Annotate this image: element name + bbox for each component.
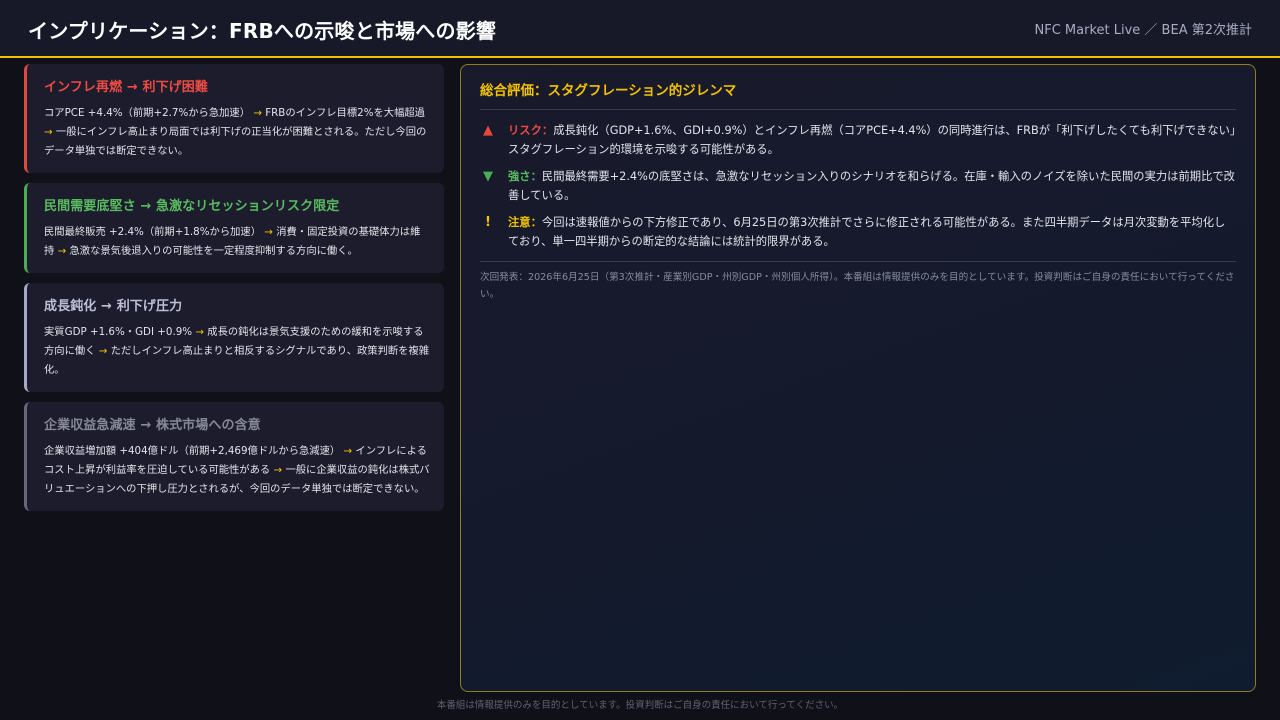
assessment-title: 総合評価：スタグフレーション的ジレンマ [480, 79, 1236, 110]
card-corporate-profits: 企業収益急減速 → 株式市場への含意 企業収益増加額 +404億ドル（前期+2,… [24, 402, 444, 511]
card-body: コアPCE +4.4%（前期+2.7%から急加速） → FRBのインフレ目標2%… [44, 104, 430, 161]
card-text-1: 実質GDP +1.6%・GDI +0.9% [44, 326, 193, 338]
card-text-1: コアPCE +4.4%（前期+2.7%から急加速） [44, 107, 251, 119]
card-text-3: 一般にインフレ高止まり局面では利下げの正当化が困難とされる。ただし今回のデータ単… [44, 126, 427, 157]
card-growth-slowdown: 成長鈍化 → 利下げ圧力 実質GDP +1.6%・GDI +0.9% → 成長の… [24, 283, 444, 392]
triangle-up-icon: ▲ [483, 123, 493, 138]
header-bar: インプリケーション：FRBへの示唆と市場への影響 NFC Market Live… [0, 0, 1280, 58]
caution-label: 注意： [508, 216, 542, 229]
card-text-1: 企業収益増加額 +404億ドル（前期+2,469億ドルから急減速） [44, 445, 341, 457]
card-title-result: 株式市場への含意 [155, 418, 261, 433]
footer-disclaimer: 本番組は情報提供のみを目的としています。投資判断はご自身の責任において行ってくだ… [436, 700, 844, 711]
caution-text: 今回は速報値からの下方修正であり、6月25日の第3次推計でさらに修正される可能性… [508, 216, 1226, 248]
divider [480, 261, 1236, 262]
card-text-3: 急激な景気後退入りの可能性を一定程度抑制する方向に働く。 [69, 245, 358, 257]
assessment-panel: 総合評価：スタグフレーション的ジレンマ ▲ リスク：成長鈍化（GDP+1.6%、… [460, 64, 1256, 692]
card-text-1: 民間最終販売 +2.4%（前期+1.8%から加速） [44, 226, 262, 238]
page-title: インプリケーション：FRBへの示唆と市場への影響 [28, 19, 497, 43]
assessment-risk: ▲ リスク：成長鈍化（GDP+1.6%、GDI+0.9%）とインフレ再燃（コアP… [480, 121, 1236, 159]
card-title-result: 利下げ困難 [142, 80, 209, 95]
arrow-right-icon: → [140, 199, 152, 214]
card-title-main: インフレ再燃 [44, 80, 123, 95]
assessment-caution: ! 注意：今回は速報値からの下方修正であり、6月25日の第3次推計でさらに修正さ… [480, 213, 1236, 251]
card-body: 企業収益増加額 +404億ドル（前期+2,469億ドルから急減速） → インフレ… [44, 442, 430, 499]
card-text-2: FRBのインフレ目標2%を大幅超過 [265, 107, 425, 119]
arrow-right-icon: → [44, 126, 53, 138]
arrow-right-icon: → [140, 418, 152, 433]
arrow-right-icon: → [98, 345, 108, 357]
assessment-strength: ▼ 強さ：民間最終需要+2.4%の底堅さは、急激なリセッション入りのシナリオを和… [480, 167, 1236, 205]
card-title-main: 民間需要底堅さ [44, 199, 136, 214]
triangle-down-icon: ▼ [483, 169, 493, 184]
card-title-result: 利下げ圧力 [116, 299, 183, 314]
strength-label: 強さ： [508, 170, 542, 183]
next-release-note: 次回発表：2026年6月25日（第3次推計・産業別GDP・州別GDP・州別個人所… [480, 272, 1235, 300]
arrow-right-icon: → [264, 226, 273, 238]
strength-text: 民間最終需要+2.4%の底堅さは、急激なリセッション入りのシナリオを和らげる。在… [508, 170, 1235, 202]
arrow-right-icon: → [101, 299, 113, 314]
implication-cards: インフレ再燃 → 利下げ困難 コアPCE +4.4%（前期+2.7%から急加速）… [24, 64, 444, 521]
source-label: NFC Market Live ／ BEA 第2次推計 [1034, 23, 1252, 38]
card-title-main: 成長鈍化 [44, 299, 97, 314]
card-body: 民間最終販売 +2.4%（前期+1.8%から加速） → 消費・固定投資の基礎体力… [44, 223, 430, 261]
card-body: 実質GDP +1.6%・GDI +0.9% → 成長の鈍化は景気支援のための緩和… [44, 323, 430, 380]
card-title: 民間需要底堅さ → 急激なリセッションリスク限定 [44, 195, 430, 214]
exclamation-icon: ! [485, 215, 491, 230]
arrow-right-icon: → [273, 464, 283, 476]
arrow-right-icon: → [126, 80, 138, 95]
arrow-right-icon: → [195, 326, 204, 338]
card-title-result: 急激なリセッションリスク限定 [155, 199, 340, 214]
card-title-main: 企業収益急減速 [44, 418, 136, 433]
card-title: 企業収益急減速 → 株式市場への含意 [44, 414, 430, 433]
arrow-right-icon: → [57, 245, 67, 257]
risk-text: 成長鈍化（GDP+1.6%、GDI+0.9%）とインフレ再燃（コアPCE+4.4… [508, 124, 1236, 156]
card-private-demand: 民間需要底堅さ → 急激なリセッションリスク限定 民間最終販売 +2.4%（前期… [24, 183, 444, 273]
card-title: 成長鈍化 → 利下げ圧力 [44, 295, 430, 314]
risk-label: リスク： [508, 124, 554, 137]
card-title: インフレ再燃 → 利下げ困難 [44, 76, 430, 95]
arrow-right-icon: → [343, 445, 353, 457]
arrow-right-icon: → [253, 107, 262, 119]
card-inflation: インフレ再燃 → 利下げ困難 コアPCE +4.4%（前期+2.7%から急加速）… [24, 64, 444, 173]
